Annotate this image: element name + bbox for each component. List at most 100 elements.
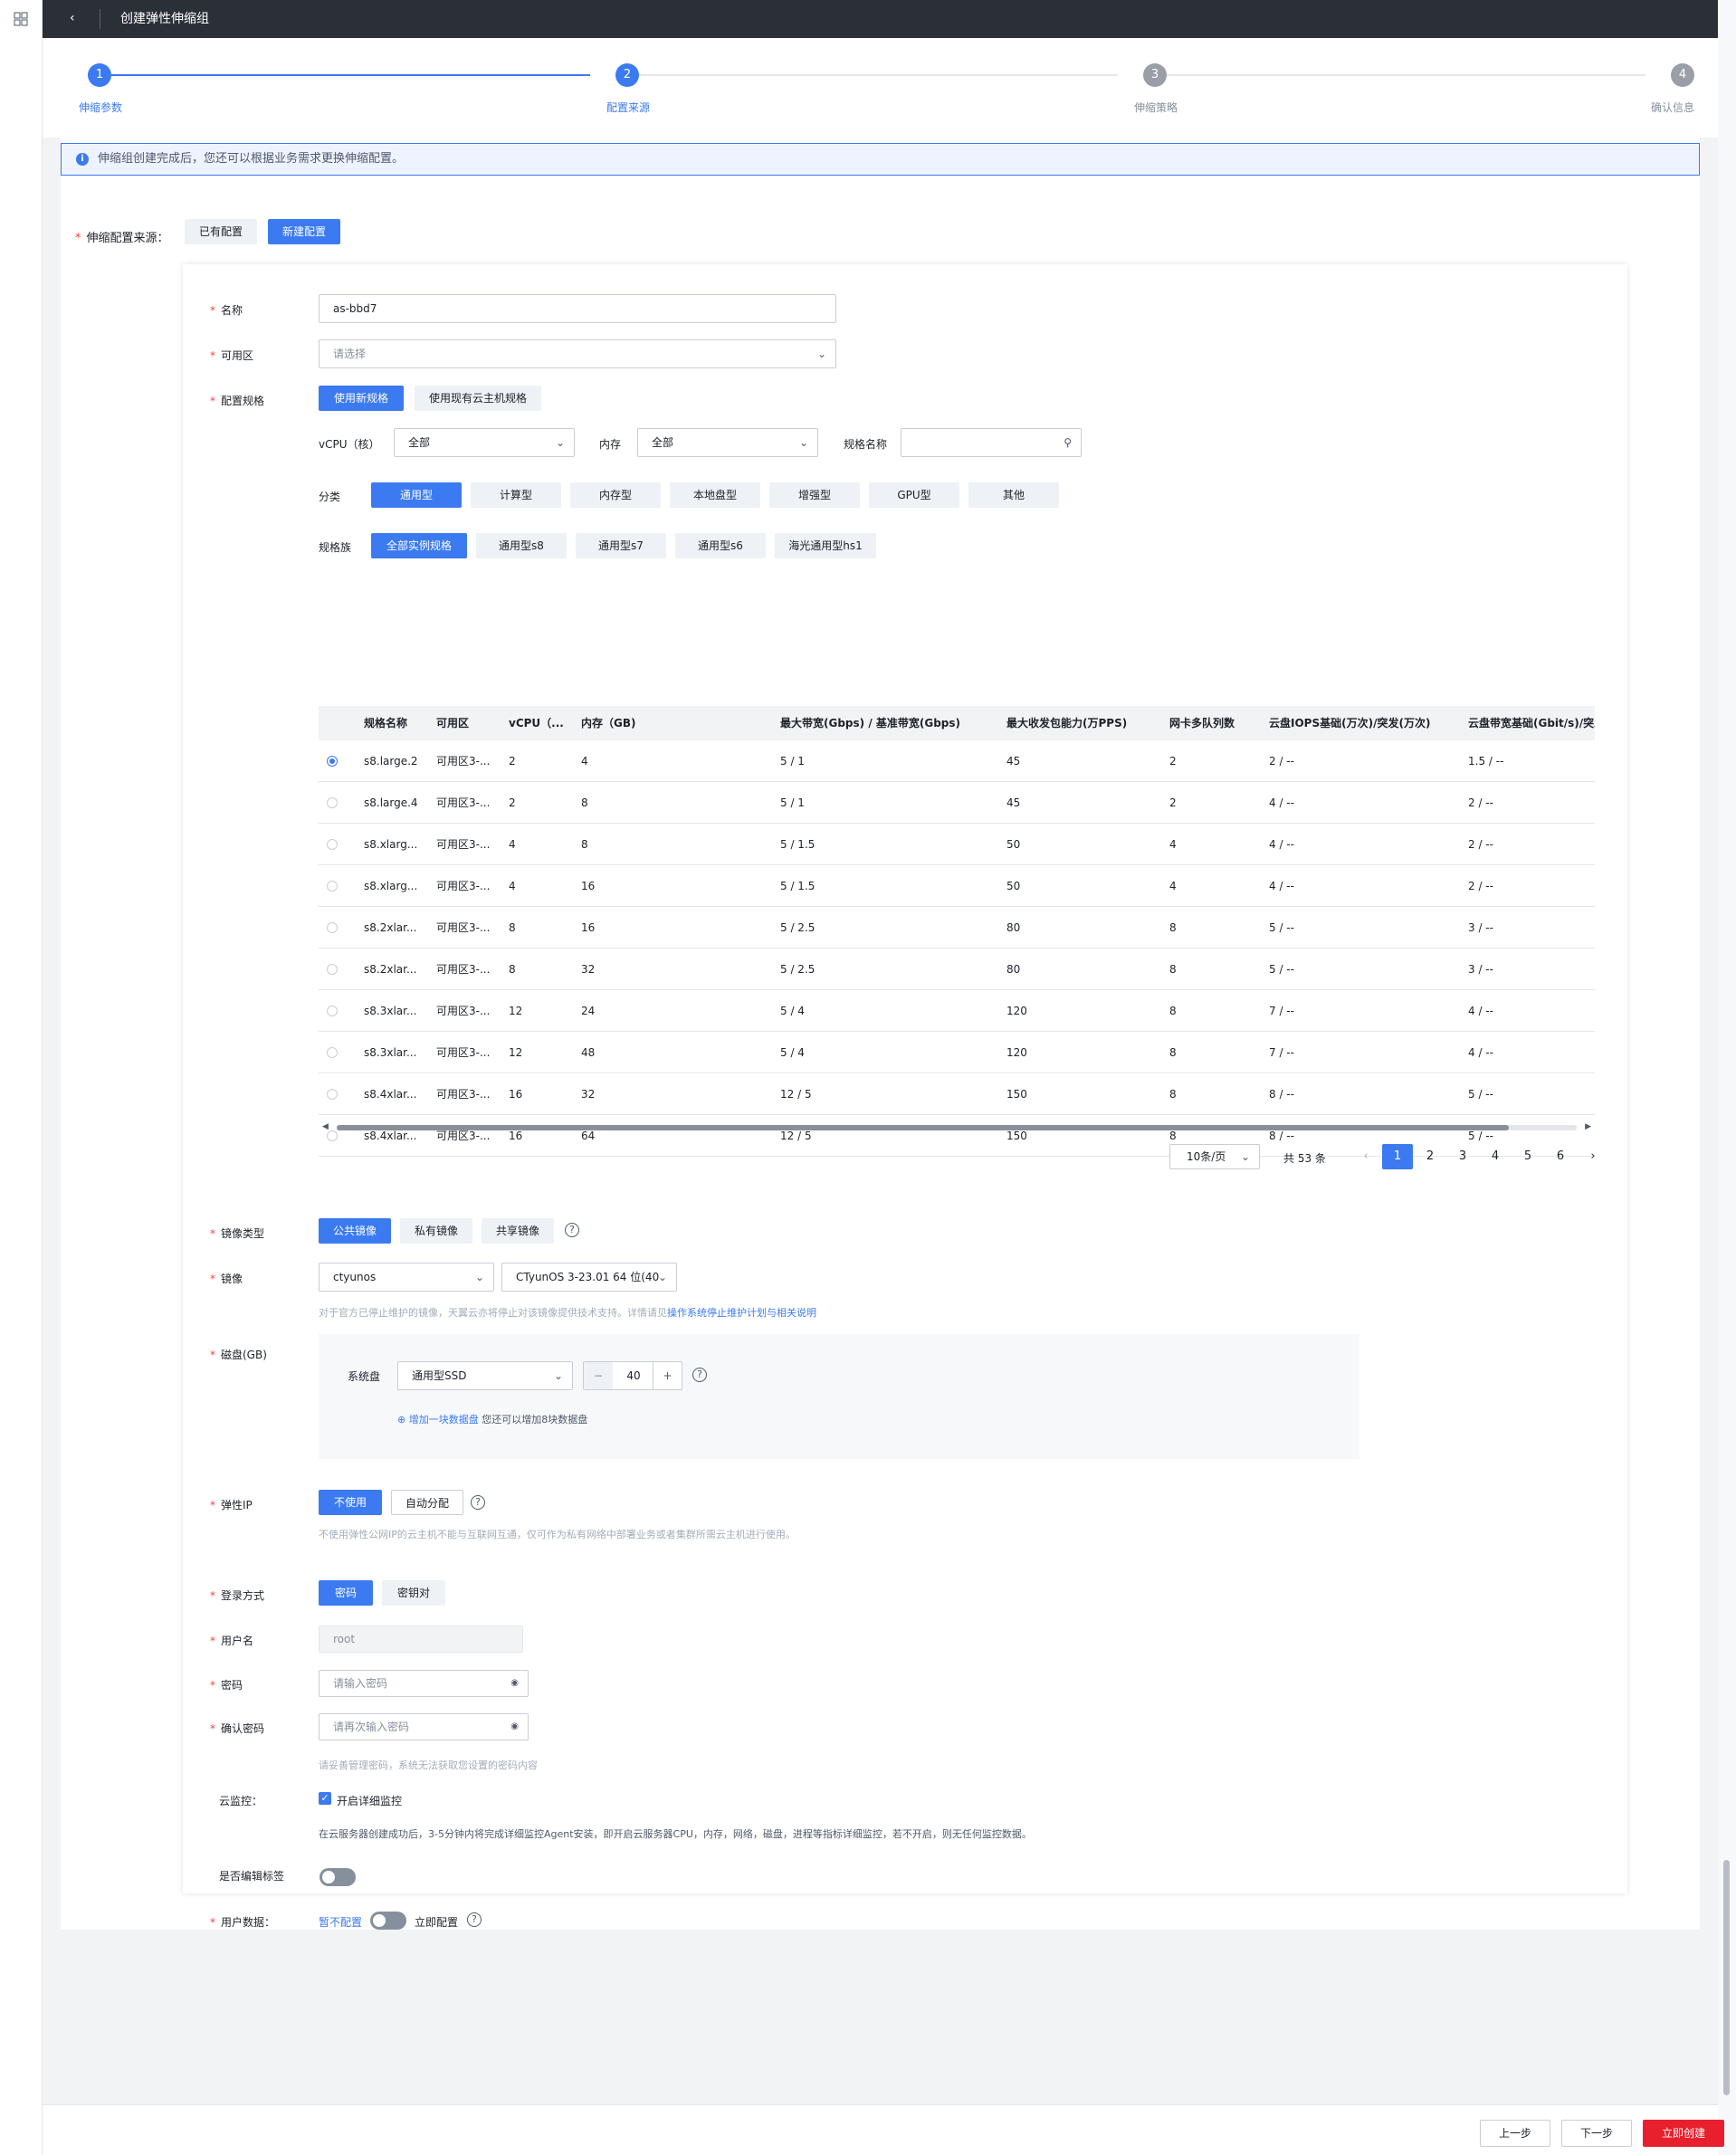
userdata-label: * 用户数据：	[210, 1916, 276, 1929]
help-icon[interactable]: ?	[471, 1495, 485, 1510]
image-os-value: ctyunos	[333, 1271, 377, 1283]
shared-image-button[interactable]: 共享镜像	[482, 1218, 554, 1244]
help-icon[interactable]: ?	[467, 1912, 482, 1927]
table-row[interactable]: s8.large.4 可用区3-... 2 8 5 / 1 45 2 4 / -- 2 / --	[319, 782, 1595, 824]
table-horizontal-scrollbar[interactable]: ◀ ▶	[319, 1122, 1595, 1133]
mem-select[interactable]: 全部 ⌄	[637, 428, 818, 457]
table-row[interactable]: s8.3xlar... 可用区3-... 12 24 5 / 4 120 8 7 / -- 4 …	[319, 990, 1595, 1032]
row-radio[interactable]	[327, 1089, 338, 1100]
page-size-select[interactable]: 10条/页 ⌄	[1169, 1144, 1260, 1169]
page-scrollbar[interactable]	[1718, 0, 1736, 2155]
eye-icon[interactable]: ◉	[510, 1714, 519, 1740]
family-s8[interactable]: 通用型s8	[476, 533, 567, 558]
category-memory[interactable]: 内存型	[570, 482, 661, 508]
plus-icon[interactable]: +	[653, 1362, 682, 1389]
row-radio[interactable]	[327, 922, 338, 933]
existing-config-button[interactable]: 已有配置	[185, 219, 257, 244]
table-row[interactable]: s8.3xlar... 可用区3-... 12 48 5 / 4 120 8 7 / -- 4 …	[319, 1032, 1595, 1073]
row-radio[interactable]	[327, 839, 338, 850]
password-login-button[interactable]: 密码	[319, 1580, 373, 1606]
userdata-off-label[interactable]: 暂不配置	[319, 1914, 362, 1930]
row-radio[interactable]	[327, 964, 338, 975]
family-hs1[interactable]: 海光通用型hs1	[775, 533, 876, 558]
disk-size-stepper[interactable]: − 40 +	[583, 1361, 682, 1390]
table-row[interactable]: s8.large.2 可用区3-... 2 4 5 / 1 45 2 2 / -- 1.5 / …	[319, 740, 1595, 782]
category-local-disk[interactable]: 本地盘型	[670, 482, 760, 508]
public-image-button[interactable]: 公共镜像	[319, 1218, 391, 1244]
prev-step-button[interactable]: 上一步	[1480, 2120, 1550, 2147]
table-cell: 8	[581, 796, 588, 809]
row-radio[interactable]	[327, 756, 338, 767]
family-all[interactable]: 全部实例规格	[371, 533, 467, 558]
use-new-spec-button[interactable]: 使用新规格	[319, 386, 404, 411]
page-3[interactable]: 3	[1447, 1144, 1478, 1169]
page-6[interactable]: 6	[1545, 1144, 1576, 1169]
vcpu-select[interactable]: 全部 ⌄	[394, 428, 575, 457]
image-version-select[interactable]: CTyunOS 3-23.01 64 位(40 ⌄	[501, 1263, 677, 1292]
table-row[interactable]: s8.2xlar... 可用区3-... 8 32 5 / 2.5 80 8 5 / -- 3 …	[319, 949, 1595, 990]
family-s6[interactable]: 通用型s6	[675, 533, 766, 558]
family-s7[interactable]: 通用型s7	[576, 533, 666, 558]
password-input[interactable]: 请输入密码 ◉	[319, 1670, 529, 1697]
minus-icon[interactable]: −	[584, 1362, 613, 1389]
eip-auto-button[interactable]: 自动分配	[391, 1490, 463, 1515]
eye-icon[interactable]: ◉	[510, 1671, 519, 1696]
add-data-disk-hint: 您还可以增加8块数据盘	[482, 1414, 588, 1426]
next-step-button[interactable]: 下一步	[1561, 2120, 1632, 2147]
userdata-on-label[interactable]: 立即配置	[415, 1914, 458, 1930]
table-row[interactable]: s8.xlarg... 可用区3-... 4 8 5 / 1.5 50 4 4 / -- 2 /…	[319, 824, 1595, 865]
table-cell: 5 / --	[1269, 963, 1294, 976]
table-row[interactable]: s8.2xlar... 可用区3-... 8 16 5 / 2.5 80 8 5 / -- 3 …	[319, 907, 1595, 949]
image-os-select[interactable]: ctyunos ⌄	[319, 1263, 494, 1292]
table-cell: 16	[509, 1088, 523, 1101]
page-2[interactable]: 2	[1415, 1144, 1445, 1169]
table-row[interactable]: s8.4xlar... 可用区3-... 16 32 12 / 5 150 8 8 / -- 5…	[319, 1073, 1595, 1115]
row-radio[interactable]	[327, 881, 338, 892]
private-image-button[interactable]: 私有镜像	[400, 1218, 472, 1244]
apps-grid-icon[interactable]	[14, 12, 28, 26]
create-now-button[interactable]: 立即创建	[1643, 2120, 1724, 2147]
table-row[interactable]: s8.xlarg... 可用区3-... 4 16 5 / 1.5 50 4 4 / -- 2 …	[319, 865, 1595, 907]
prev-page-icon[interactable]: ‹	[1350, 1144, 1381, 1169]
name-input[interactable]: as-bbd7	[319, 294, 836, 323]
row-radio[interactable]	[327, 1047, 338, 1058]
disk-size-value[interactable]: 40	[613, 1362, 654, 1389]
table-cell: 16	[509, 1130, 523, 1142]
row-radio[interactable]	[327, 1006, 338, 1016]
add-data-disk-row: ⊕ 增加一块数据盘 您还可以增加8块数据盘	[397, 1412, 587, 1426]
back-arrow-icon[interactable]: ‹	[70, 12, 81, 24]
userdata-toggle[interactable]	[370, 1912, 406, 1930]
image-eol-link[interactable]: 操作系统停止维护计划与相关说明	[667, 1307, 816, 1319]
new-config-button[interactable]: 新建配置	[268, 219, 340, 244]
category-other[interactable]: 其他	[968, 482, 1059, 508]
next-page-icon[interactable]: ›	[1578, 1144, 1608, 1169]
scroll-left-icon[interactable]: ◀	[322, 1122, 329, 1131]
eip-none-button[interactable]: 不使用	[319, 1490, 382, 1515]
scroll-thumb[interactable]	[337, 1125, 1509, 1130]
page-1[interactable]: 1	[1382, 1144, 1413, 1169]
keypair-login-button[interactable]: 密钥对	[382, 1580, 445, 1606]
checkbox-checked-icon[interactable]: ✓	[319, 1792, 331, 1805]
table-cell: 24	[581, 1005, 596, 1017]
help-icon[interactable]: ?	[565, 1223, 579, 1237]
page-5[interactable]: 5	[1512, 1144, 1543, 1169]
page-scroll-thumb[interactable]	[1723, 1860, 1730, 2095]
table-cell: 1.5 / --	[1468, 755, 1504, 768]
help-icon[interactable]: ?	[692, 1368, 707, 1382]
category-general[interactable]: 通用型	[371, 482, 462, 508]
add-data-disk-link[interactable]: 增加一块数据盘	[409, 1414, 479, 1426]
add-circle-icon[interactable]: ⊕	[397, 1414, 405, 1426]
specname-search-input[interactable]: ⚲	[901, 428, 1082, 457]
category-compute[interactable]: 计算型	[471, 482, 561, 508]
confirm-password-input[interactable]: 请再次输入密码 ◉	[319, 1713, 529, 1740]
scroll-right-icon[interactable]: ▶	[1585, 1122, 1591, 1131]
zone-select[interactable]: 请选择 ⌄	[319, 339, 836, 368]
page-4[interactable]: 4	[1480, 1144, 1511, 1169]
tags-toggle[interactable]	[320, 1868, 356, 1886]
category-enhanced[interactable]: 增强型	[769, 482, 860, 508]
use-existing-spec-button[interactable]: 使用现有云主机规格	[415, 386, 541, 411]
search-icon[interactable]: ⚲	[1064, 429, 1072, 456]
disk-type-select[interactable]: 通用型SSD ⌄	[397, 1361, 573, 1390]
category-gpu[interactable]: GPU型	[869, 482, 959, 508]
row-radio[interactable]	[327, 797, 338, 808]
